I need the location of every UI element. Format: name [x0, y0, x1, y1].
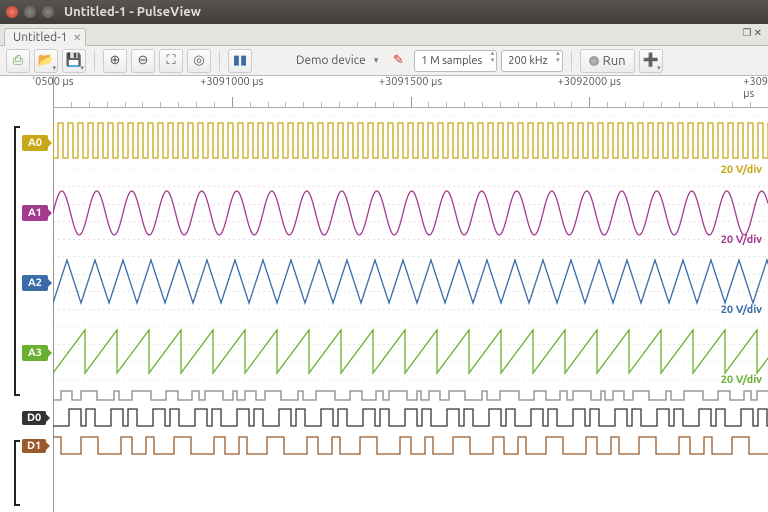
tab-bar: Untitled-1 ✕ ❐ ✕ [0, 24, 768, 46]
cursors-icon: ▮▮ [233, 53, 247, 68]
session-tab[interactable]: Untitled-1 ✕ [4, 28, 86, 46]
folder-open-icon: 📂 [38, 53, 54, 68]
window-minimize-button[interactable] [24, 6, 36, 18]
device-dropdown-icon[interactable]: ▾ [374, 55, 379, 66]
zoom-in-button[interactable]: ⊕ [103, 49, 127, 73]
ruler-tick: +3091500 µs [379, 76, 442, 88]
configure-device-button[interactable]: ✎ [386, 49, 410, 73]
digital-channel-d1[interactable]: D1 [0, 432, 768, 460]
analog-channel-a0[interactable]: A0 20 V/div [0, 108, 768, 178]
divider-trace [53, 388, 768, 404]
add-decoder-button[interactable]: ➕ [639, 49, 663, 73]
cursors-button[interactable]: ▮▮ [228, 49, 252, 73]
channel-label[interactable]: A0 [22, 135, 48, 151]
zoom-out-icon: ⊖ [138, 53, 149, 68]
session-tab-label: Untitled-1 [13, 31, 67, 44]
scale-label: 20 V/div [721, 374, 762, 386]
decoder-icon: ➕ [643, 53, 659, 68]
window-close-button[interactable] [6, 6, 18, 18]
analog-channel-a1[interactable]: A1 20 V/div [0, 178, 768, 248]
ruler-tick: +3091000 µs [200, 76, 263, 88]
save-button[interactable]: 💾 [62, 49, 86, 73]
signal-view[interactable]: '0500 µs +3091000 µs +3091500 µs +309200… [0, 76, 768, 512]
document-plus-icon: ⎙ [13, 53, 23, 68]
window-titlebar: Untitled-1 - PulseView [0, 0, 768, 24]
channel-label[interactable]: A3 [22, 345, 48, 361]
sample-count-selector[interactable]: 1 M samples [414, 50, 497, 72]
save-icon: 💾 [66, 53, 82, 68]
channel-label[interactable]: D1 [22, 439, 46, 453]
scale-label: 20 V/div [721, 234, 762, 246]
toolbar-separator [219, 51, 220, 71]
ruler-tick: '0500 µs [32, 76, 73, 88]
channel-label[interactable]: A2 [22, 275, 48, 291]
analog-channel-a2[interactable]: A2 20 V/div [0, 248, 768, 318]
sample-rate-selector[interactable]: 200 kHz [501, 50, 562, 72]
zoom-one-button[interactable]: ◎ [187, 49, 211, 73]
channel-label[interactable]: D0 [22, 411, 46, 425]
tab-detach-controls[interactable]: ❐ ✕ [742, 27, 762, 39]
run-button[interactable]: Run [580, 49, 635, 73]
scale-label: 20 V/div [721, 164, 762, 176]
main-toolbar: ⎙ 📂 💾 ⊕ ⊖ ⛶ ◎ ▮▮ Demo device ▾ ✎ 1 M sam… [0, 46, 768, 76]
close-tab-icon[interactable]: ✕ [73, 32, 81, 44]
ruler-tick: +3092500 µs [743, 76, 768, 100]
time-ruler[interactable]: '0500 µs +3091000 µs +3091500 µs +309200… [53, 76, 768, 108]
waveform-a2 [53, 248, 768, 318]
zoom-fit-icon: ⛶ [166, 53, 175, 68]
divider-bar [0, 388, 768, 404]
device-selector-label: Demo device [296, 54, 366, 67]
toolbar-separator [94, 51, 95, 71]
waveform-d0 [53, 404, 768, 432]
zoom-out-button[interactable]: ⊖ [131, 49, 155, 73]
waveform-d1 [53, 432, 768, 460]
record-icon [589, 56, 599, 66]
toolbar-separator [571, 51, 572, 71]
run-label: Run [603, 54, 626, 68]
channel-label[interactable]: A1 [22, 205, 48, 221]
waveform-a3 [53, 318, 768, 388]
ruler-tick: +3092000 µs [558, 76, 621, 88]
new-session-button[interactable]: ⎙ [6, 49, 30, 73]
window-maximize-button[interactable] [42, 6, 54, 18]
waveform-a1 [53, 178, 768, 248]
zoom-one-icon: ◎ [193, 53, 204, 68]
zoom-fit-button[interactable]: ⛶ [159, 49, 183, 73]
probe-icon: ✎ [393, 53, 404, 68]
scale-label: 20 V/div [721, 304, 762, 316]
waveform-a0 [53, 108, 768, 178]
open-button[interactable]: 📂 [34, 49, 58, 73]
zoom-in-icon: ⊕ [110, 53, 121, 68]
digital-channel-d0[interactable]: D0 [0, 404, 768, 432]
analog-channel-a3[interactable]: A3 20 V/div [0, 318, 768, 388]
window-title: Untitled-1 - PulseView [64, 5, 201, 19]
